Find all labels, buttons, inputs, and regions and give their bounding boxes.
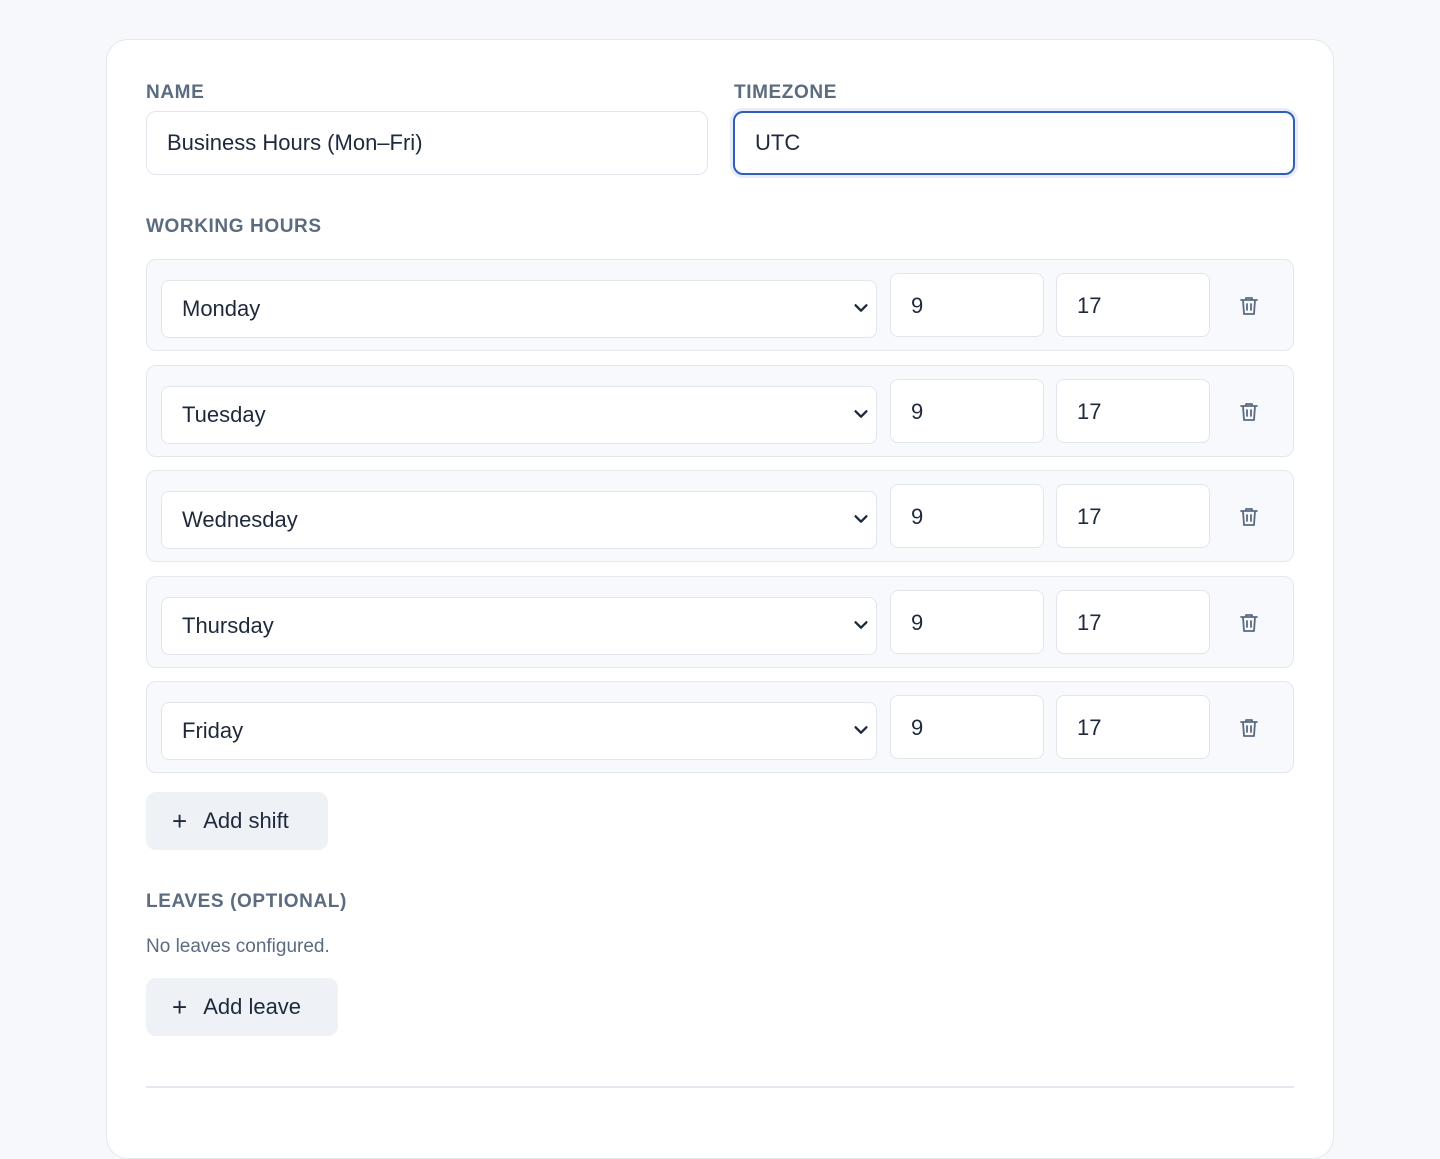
leaves-empty-text: No leaves configured. xyxy=(146,936,330,957)
chevron-down-icon xyxy=(854,515,868,523)
end-hour-input[interactable]: 17 xyxy=(1056,273,1210,337)
day-select-value: Thursday xyxy=(182,613,274,638)
add-shift-button[interactable]: + Add shift xyxy=(146,792,328,850)
trash-icon[interactable] xyxy=(1237,611,1261,635)
start-hour-input[interactable]: 9 xyxy=(890,273,1044,337)
day-select-value: Friday xyxy=(182,718,244,743)
day-select-value: Tuesday xyxy=(182,402,266,427)
name-input[interactable]: Business Hours (Mon–Fri) xyxy=(146,111,708,175)
shift-row: Friday 9 17 xyxy=(146,681,1294,773)
end-hour-input[interactable]: 17 xyxy=(1056,379,1210,443)
start-hour-input[interactable]: 9 xyxy=(890,379,1044,443)
trash-icon[interactable] xyxy=(1237,505,1261,529)
name-label: NAME xyxy=(146,82,205,103)
day-select-value: Wednesday xyxy=(182,507,298,532)
add-leave-button[interactable]: + Add leave xyxy=(146,978,338,1036)
day-select[interactable]: Thursday xyxy=(161,597,877,655)
chevron-down-icon xyxy=(854,621,868,629)
divider xyxy=(146,1086,1294,1088)
shift-row: Wednesday 9 17 xyxy=(146,470,1294,562)
add-shift-label: Add shift xyxy=(203,808,289,833)
day-select[interactable]: Tuesday xyxy=(161,386,877,444)
start-hour-input[interactable]: 9 xyxy=(890,484,1044,548)
start-hour-input[interactable]: 9 xyxy=(890,695,1044,759)
working-hours-label: WORKING HOURS xyxy=(146,216,322,237)
leaves-label: LEAVES (OPTIONAL) xyxy=(146,891,347,912)
day-select[interactable]: Wednesday xyxy=(161,491,877,549)
shift-row: Monday 9 17 xyxy=(146,259,1294,351)
plus-icon: + xyxy=(172,992,188,1022)
day-select-value: Monday xyxy=(182,296,261,321)
plus-icon: + xyxy=(172,806,188,836)
trash-icon[interactable] xyxy=(1237,716,1261,740)
timezone-input[interactable]: UTC xyxy=(733,111,1295,175)
shift-row: Tuesday 9 17 xyxy=(146,365,1294,457)
chevron-down-icon xyxy=(854,726,868,734)
day-select[interactable]: Monday xyxy=(161,280,877,338)
schedule-form-card: NAME Business Hours (Mon–Fri) TIMEZONE U… xyxy=(106,39,1334,1159)
end-hour-input[interactable]: 17 xyxy=(1056,590,1210,654)
end-hour-input[interactable]: 17 xyxy=(1056,484,1210,548)
timezone-label: TIMEZONE xyxy=(734,82,837,103)
start-hour-input[interactable]: 9 xyxy=(890,590,1044,654)
day-select[interactable]: Friday xyxy=(161,702,877,760)
add-leave-label: Add leave xyxy=(203,994,302,1019)
end-hour-input[interactable]: 17 xyxy=(1056,695,1210,759)
shift-row: Thursday 9 17 xyxy=(146,576,1294,668)
chevron-down-icon xyxy=(854,304,868,312)
chevron-down-icon xyxy=(854,410,868,418)
trash-icon[interactable] xyxy=(1237,400,1261,424)
trash-icon[interactable] xyxy=(1237,294,1261,318)
